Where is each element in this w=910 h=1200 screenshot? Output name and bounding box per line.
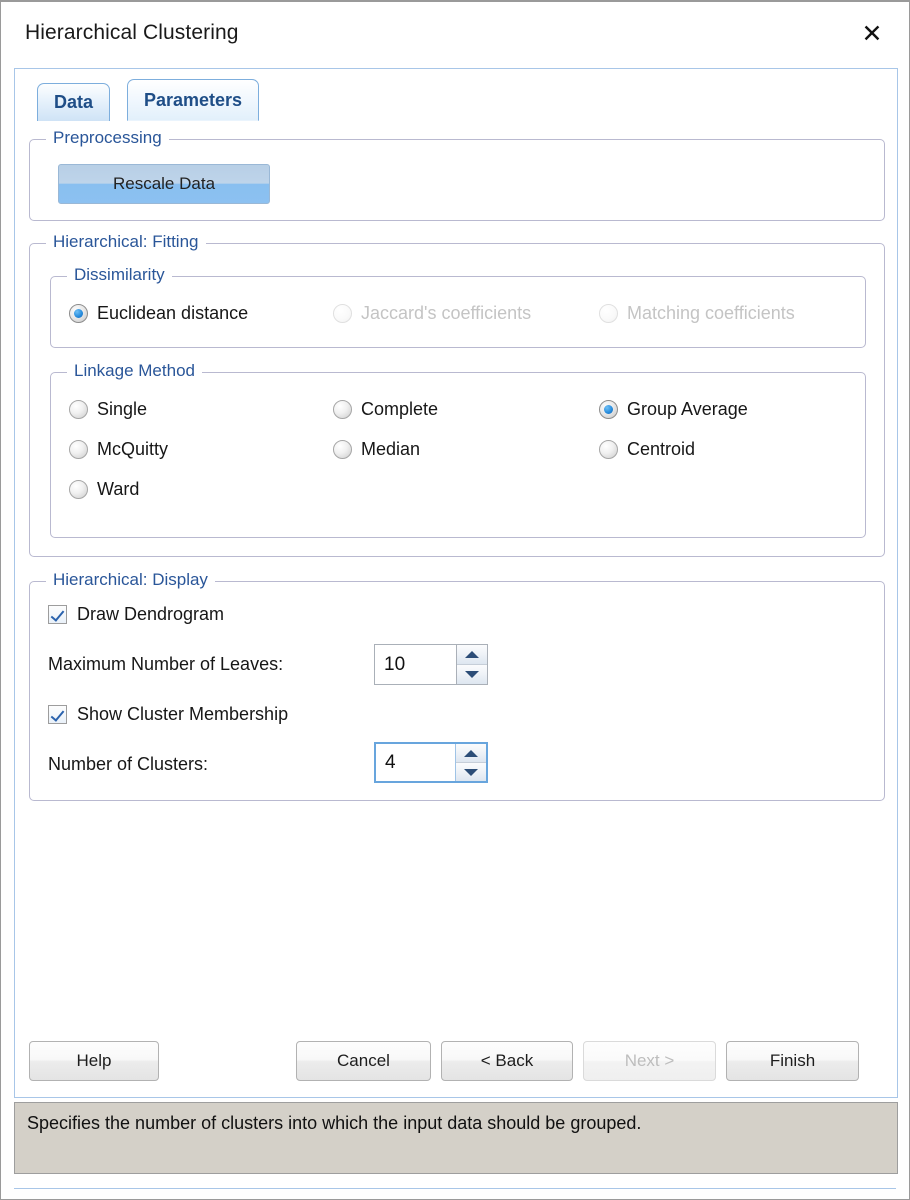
max-leaves-decrement-button[interactable]	[457, 664, 487, 684]
radio-indicator-icon	[69, 400, 88, 419]
radio-indicator-icon	[599, 304, 618, 323]
preprocessing-legend: Preprocessing	[46, 128, 169, 148]
radio-centroid[interactable]: Centroid	[599, 439, 695, 460]
cancel-button-label: Cancel	[337, 1051, 390, 1070]
radio-indicator-icon	[333, 304, 352, 323]
hierarchical-clustering-dialog: Hierarchical Clustering ✕ Data Parameter…	[0, 0, 910, 1200]
radio-jaccards-coefficients: Jaccard's coefficients	[333, 303, 531, 324]
status-bar: Specifies the number of clusters into wh…	[14, 1102, 898, 1174]
radio-jaccards-coefficients-label: Jaccard's coefficients	[361, 303, 532, 323]
radio-indicator-icon	[69, 440, 88, 459]
tab-strip: Data Parameters	[15, 77, 897, 132]
radio-single[interactable]: Single	[69, 399, 147, 420]
cancel-button[interactable]: Cancel	[296, 1041, 431, 1081]
max-leaves-spinner-buttons	[456, 645, 487, 684]
num-clusters-decrement-button[interactable]	[456, 762, 486, 781]
radio-indicator-icon	[599, 440, 618, 459]
chevron-down-icon	[465, 671, 479, 678]
help-button-label: Help	[76, 1051, 112, 1070]
next-button: Next >	[583, 1041, 716, 1081]
radio-ward[interactable]: Ward	[69, 479, 139, 500]
radio-complete[interactable]: Complete	[333, 399, 438, 420]
radio-euclidean-distance-label: Euclidean distance	[97, 303, 249, 323]
radio-group-average[interactable]: Group Average	[599, 399, 748, 420]
max-leaves-value[interactable]: 10	[375, 645, 456, 684]
checkbox-indicator-icon	[48, 705, 67, 724]
num-clusters-spinner[interactable]: 4	[374, 742, 488, 783]
chevron-up-icon	[465, 651, 479, 658]
checkbox-show-cluster-membership-label: Show Cluster Membership	[77, 704, 289, 724]
radio-centroid-label: Centroid	[627, 439, 696, 459]
hierarchical-fitting-group: Hierarchical: Fitting Dissimilarity Eucl…	[29, 232, 885, 557]
max-leaves-increment-button[interactable]	[457, 645, 487, 664]
hierarchical-display-legend: Hierarchical: Display	[46, 570, 215, 590]
tab-panel: Data Parameters Preprocessing Rescale Da…	[14, 68, 898, 1098]
checkbox-indicator-icon	[48, 605, 67, 624]
radio-indicator-icon	[333, 400, 352, 419]
finish-button[interactable]: Finish	[726, 1041, 859, 1081]
radio-indicator-icon	[69, 304, 88, 323]
title-bar: Hierarchical Clustering ✕	[1, 2, 909, 64]
help-button[interactable]: Help	[29, 1041, 159, 1081]
radio-group-average-label: Group Average	[627, 399, 748, 419]
radio-indicator-icon	[333, 440, 352, 459]
radio-matching-coefficients: Matching coefficients	[599, 303, 795, 324]
radio-median[interactable]: Median	[333, 439, 420, 460]
num-clusters-label: Number of Clusters:	[48, 754, 209, 774]
close-icon[interactable]: ✕	[855, 16, 889, 50]
back-button[interactable]: < Back	[441, 1041, 573, 1081]
hierarchical-fitting-legend: Hierarchical: Fitting	[46, 232, 206, 252]
tab-data[interactable]: Data	[37, 83, 111, 121]
radio-median-label: Median	[361, 439, 421, 459]
radio-ward-label: Ward	[97, 479, 140, 499]
window-title: Hierarchical Clustering	[25, 21, 239, 44]
radio-indicator-icon	[599, 400, 618, 419]
checkbox-draw-dendrogram-label: Draw Dendrogram	[77, 604, 225, 624]
num-clusters-value[interactable]: 4	[376, 744, 455, 781]
parameters-tab-content: Preprocessing Rescale Data Hierarchical:…	[15, 125, 897, 1097]
dissimilarity-legend: Dissimilarity	[67, 265, 172, 285]
rescale-data-button[interactable]: Rescale Data	[58, 164, 270, 204]
max-leaves-spinner[interactable]: 10	[374, 644, 488, 685]
tab-data-label: Data	[54, 92, 94, 112]
back-button-label: < Back	[480, 1051, 534, 1070]
linkage-method-group: Linkage Method Single Complete Group Ave…	[50, 361, 866, 538]
hierarchical-display-group: Hierarchical: Display Draw Dendrogram Ma…	[29, 570, 885, 801]
radio-mcquitty-label: McQuitty	[97, 439, 169, 459]
num-clusters-increment-button[interactable]	[456, 744, 486, 762]
tab-parameters[interactable]: Parameters	[127, 79, 260, 121]
radio-euclidean-distance[interactable]: Euclidean distance	[69, 303, 248, 324]
chevron-up-icon	[464, 749, 478, 757]
checkbox-show-cluster-membership[interactable]: Show Cluster Membership	[48, 704, 288, 725]
rescale-data-label: Rescale Data	[112, 174, 216, 193]
radio-mcquitty[interactable]: McQuitty	[69, 439, 168, 460]
status-bar-text: Specifies the number of clusters into wh…	[27, 1113, 642, 1133]
next-button-label: Next >	[624, 1051, 675, 1070]
finish-button-label: Finish	[769, 1051, 816, 1070]
num-clusters-spinner-buttons	[455, 744, 486, 781]
max-leaves-label: Maximum Number of Leaves:	[48, 654, 284, 674]
radio-complete-label: Complete	[361, 399, 439, 419]
preprocessing-group: Preprocessing Rescale Data	[29, 128, 885, 221]
tab-parameters-label: Parameters	[144, 89, 243, 110]
linkage-method-legend: Linkage Method	[67, 361, 202, 381]
checkbox-draw-dendrogram[interactable]: Draw Dendrogram	[48, 604, 224, 625]
bottom-divider	[14, 1188, 896, 1189]
chevron-down-icon	[464, 768, 478, 776]
radio-single-label: Single	[97, 399, 148, 419]
dissimilarity-group: Dissimilarity Euclidean distance Jaccard…	[50, 265, 866, 348]
radio-matching-coefficients-label: Matching coefficients	[627, 303, 795, 323]
radio-indicator-icon	[69, 480, 88, 499]
